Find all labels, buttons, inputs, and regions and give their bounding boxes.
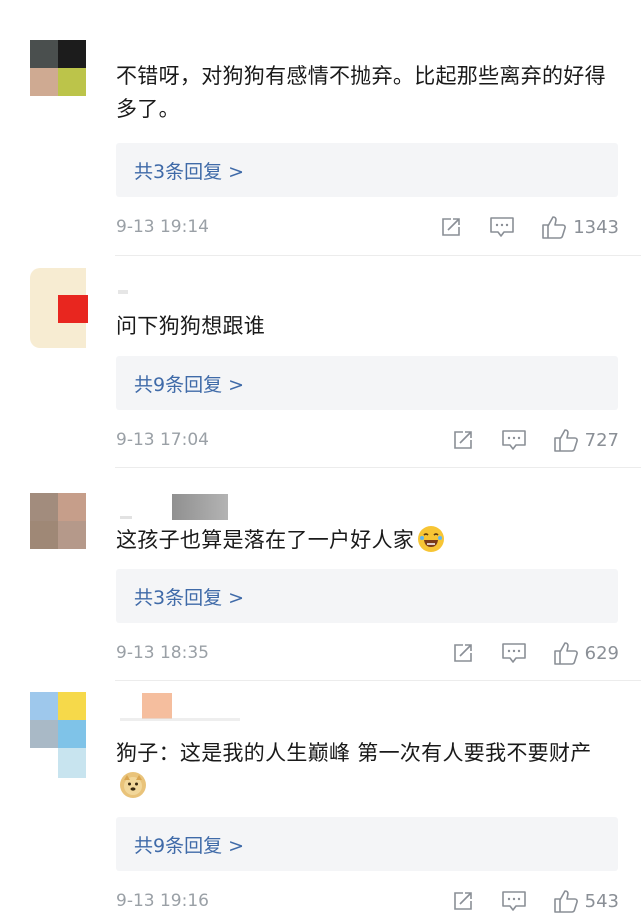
comment-button[interactable] xyxy=(489,215,515,239)
like-button[interactable]: 1343 xyxy=(541,214,619,240)
avatar-pixel xyxy=(30,68,58,96)
comment-button[interactable] xyxy=(501,428,527,452)
thumbs-up-icon xyxy=(553,642,578,665)
timestamp: 9-13 19:14 xyxy=(116,217,209,237)
replies-button[interactable]: 共9条回复 > xyxy=(116,817,618,871)
share-button[interactable] xyxy=(451,641,475,665)
share-icon xyxy=(453,644,472,662)
username-blur xyxy=(172,494,228,520)
like-button[interactable]: 543 xyxy=(553,888,619,914)
comment-text: 问下狗狗想跟谁 xyxy=(116,314,266,338)
avatar[interactable] xyxy=(30,493,86,549)
share-icon xyxy=(442,218,460,236)
avatar-pixel xyxy=(58,493,86,521)
comment-text: 这孩子也算是落在了一户好人家 xyxy=(116,524,615,557)
divider xyxy=(115,680,641,681)
like-count: 543 xyxy=(584,890,619,912)
avatar-pixel xyxy=(30,521,58,549)
avatar-pixel xyxy=(58,720,86,748)
share-button[interactable] xyxy=(451,428,475,452)
comment-text-body: 狗子：这是我的人生巅峰 第一次有人要我不要财产 xyxy=(116,741,592,765)
avatar-pixel xyxy=(30,40,58,68)
doge-emoji-icon xyxy=(120,772,146,798)
username-blur xyxy=(120,516,132,519)
comment-text: 不错呀，对狗狗有感情不抛弃。比起那些离弃的好得多了。 xyxy=(116,64,606,121)
avatar[interactable] xyxy=(30,40,86,96)
share-button[interactable] xyxy=(451,889,475,913)
replies-button[interactable]: 共9条回复 > xyxy=(116,356,618,410)
like-count: 727 xyxy=(584,429,619,451)
comment-icon xyxy=(501,430,526,450)
divider xyxy=(115,467,641,468)
like-count: 1343 xyxy=(573,216,619,238)
avatar[interactable] xyxy=(30,268,88,348)
like-button[interactable]: 629 xyxy=(553,640,619,666)
comment-icon xyxy=(490,217,514,237)
divider xyxy=(115,255,641,256)
replies-button[interactable]: 共3条回复 > xyxy=(116,143,618,197)
username-blur xyxy=(142,693,172,719)
username-blur xyxy=(120,718,240,721)
comment-button[interactable] xyxy=(501,889,527,913)
like-count: 629 xyxy=(584,642,619,664)
share-button[interactable] xyxy=(439,215,463,239)
timestamp: 9-13 19:16 xyxy=(116,891,209,911)
comment-icon xyxy=(501,891,526,911)
thumbs-up-icon xyxy=(553,429,578,452)
thumbs-up-icon xyxy=(542,216,567,239)
share-icon xyxy=(453,431,472,449)
comment-text-body: 这孩子也算是落在了一户好人家 xyxy=(116,528,415,552)
replies-button[interactable]: 共3条回复 > xyxy=(116,569,618,623)
comment-footer: 9-13 18:35 629 xyxy=(116,639,619,667)
avatar-pixel xyxy=(30,720,58,748)
comment-button[interactable] xyxy=(501,641,527,665)
avatar-pixel xyxy=(30,692,58,720)
share-icon xyxy=(453,892,472,910)
comment-icon xyxy=(501,643,526,663)
avatar-pixel xyxy=(58,68,86,96)
laughing-emoji-icon xyxy=(418,526,445,552)
comment-footer: 9-13 19:14 1343 xyxy=(116,213,619,241)
avatar-pixel xyxy=(58,748,86,778)
like-button[interactable]: 727 xyxy=(553,427,619,453)
avatar-pixel xyxy=(58,40,86,68)
username-blur xyxy=(118,290,128,294)
avatar-pixel xyxy=(58,521,86,549)
comment-footer: 9-13 19:16 543 xyxy=(116,887,619,915)
comment-text: 狗子：这是我的人生巅峰 第一次有人要我不要财产 xyxy=(116,737,615,803)
timestamp: 9-13 17:04 xyxy=(116,430,209,450)
comment-footer: 9-13 17:04 727 xyxy=(116,426,619,454)
avatar[interactable] xyxy=(30,692,86,778)
avatar-pixel xyxy=(30,493,58,521)
avatar-pixel xyxy=(58,692,86,720)
timestamp: 9-13 18:35 xyxy=(116,643,209,663)
avatar-pixel xyxy=(58,295,88,323)
thumbs-up-icon xyxy=(553,890,578,913)
